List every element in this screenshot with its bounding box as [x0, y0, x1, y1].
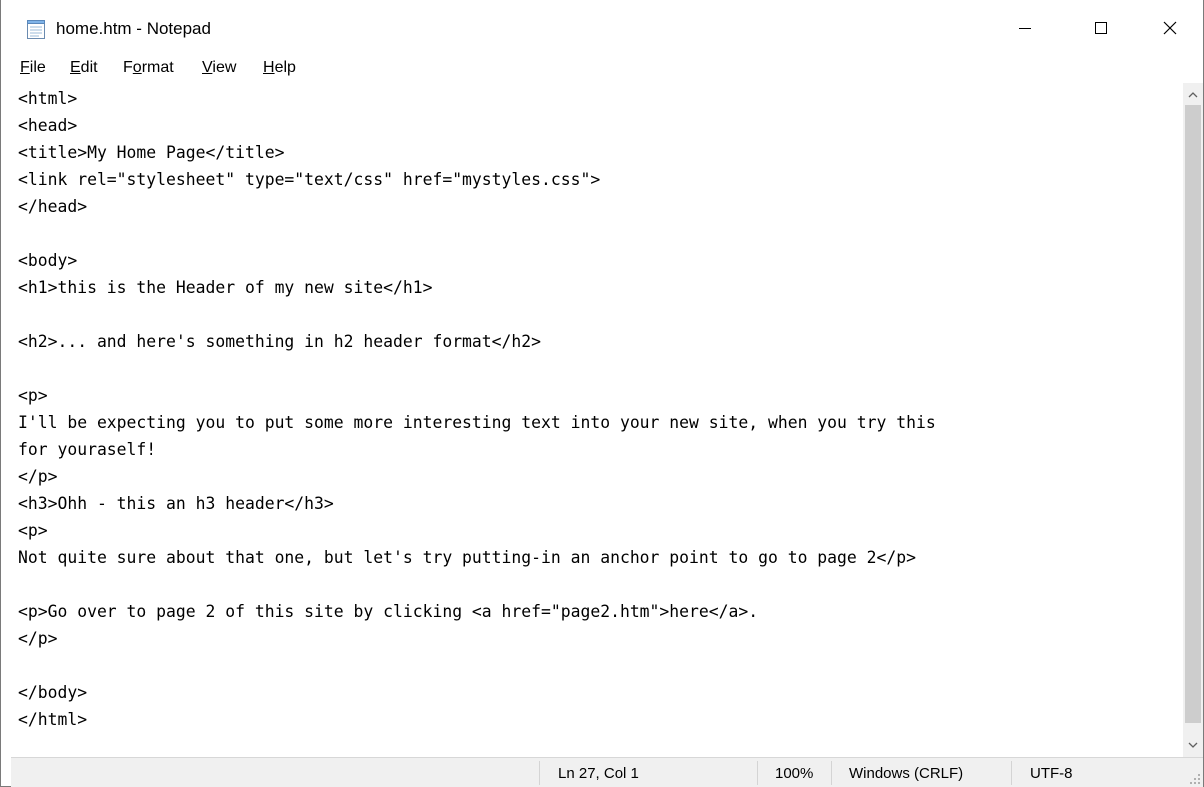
text-editor-area[interactable]: <html> <head> <title>My Home Page</title…	[11, 83, 1183, 757]
chevron-up-icon	[1188, 92, 1198, 98]
editor-line: </head>	[18, 197, 88, 216]
editor-line: Not quite sure about that one, but let's…	[18, 548, 916, 567]
menu-edit-accel: E	[70, 59, 81, 76]
menu-help[interactable]: Help	[263, 59, 296, 77]
notepad-app-icon	[27, 20, 45, 39]
notepad-window: home.htm - Notepad File Edit Format View…	[0, 0, 1204, 787]
menu-format-label: rmat	[141, 59, 174, 76]
resize-grip-icon[interactable]	[1189, 773, 1201, 785]
editor-line: <html>	[18, 89, 78, 108]
title-bar[interactable]: home.htm - Notepad	[1, 0, 1203, 56]
scroll-up-button[interactable]	[1183, 85, 1203, 105]
editor-line: </html>	[18, 710, 88, 729]
status-line-ending: Windows (CRLF)	[849, 765, 964, 782]
vertical-scrollbar[interactable]	[1183, 83, 1203, 757]
maximize-button[interactable]	[1067, 0, 1135, 56]
menu-file-accel: F	[20, 59, 30, 76]
minimize-icon	[1019, 28, 1031, 29]
menu-file[interactable]: File	[20, 59, 46, 77]
editor-line: I'll be expecting you to put some more i…	[18, 413, 936, 432]
minimize-button[interactable]	[991, 0, 1059, 56]
menu-help-label: elp	[274, 59, 296, 76]
status-divider	[757, 761, 758, 785]
editor-line: <body>	[18, 251, 78, 270]
editor-line: <p>	[18, 386, 48, 405]
editor-line: <title>My Home Page</title>	[18, 143, 285, 162]
close-button[interactable]	[1136, 0, 1204, 56]
status-bar: Ln 27, Col 1 100% Windows (CRLF) UTF-8	[11, 757, 1203, 787]
editor-line: <p>Go over to page 2 of this site by cli…	[18, 602, 759, 621]
status-divider	[831, 761, 832, 785]
menu-bar: File Edit Format View Help	[1, 56, 1203, 83]
menu-format-accel: o	[132, 59, 142, 76]
status-encoding: UTF-8	[1030, 765, 1073, 782]
editor-line: <h1>this is the Header of my new site</h…	[18, 278, 433, 297]
editor-line: </body>	[18, 683, 88, 702]
editor-line: <p>	[18, 521, 48, 540]
editor-line: <h3>Ohh - this an h3 header</h3>	[18, 494, 334, 513]
close-icon	[1163, 21, 1177, 35]
menu-file-label: ile	[29, 59, 46, 76]
window-title: home.htm - Notepad	[56, 19, 211, 38]
menu-edit[interactable]: Edit	[70, 59, 98, 77]
menu-format[interactable]: Format	[123, 59, 174, 77]
editor-line: <h2>... and here's something in h2 heade…	[18, 332, 542, 351]
maximize-icon	[1095, 22, 1107, 34]
menu-help-accel: H	[263, 59, 275, 76]
editor-line: for youraself!	[18, 440, 157, 459]
menu-view-accel: V	[202, 59, 213, 76]
editor-line: <head>	[18, 116, 78, 135]
menu-view[interactable]: View	[202, 59, 236, 77]
editor-line: </p>	[18, 467, 58, 486]
status-zoom: 100%	[775, 765, 814, 782]
menu-view-label: iew	[212, 59, 237, 76]
editor-line: </p>	[18, 629, 58, 648]
status-cursor-position: Ln 27, Col 1	[558, 765, 639, 782]
status-divider	[539, 761, 540, 785]
scroll-down-button[interactable]	[1183, 735, 1203, 755]
editor-line: <link rel="stylesheet" type="text/css" h…	[18, 170, 601, 189]
chevron-down-icon	[1188, 742, 1198, 748]
scroll-thumb[interactable]	[1185, 105, 1201, 723]
menu-edit-label: dit	[80, 59, 98, 76]
menu-format-prefix: F	[123, 59, 133, 76]
status-divider	[1011, 761, 1012, 785]
